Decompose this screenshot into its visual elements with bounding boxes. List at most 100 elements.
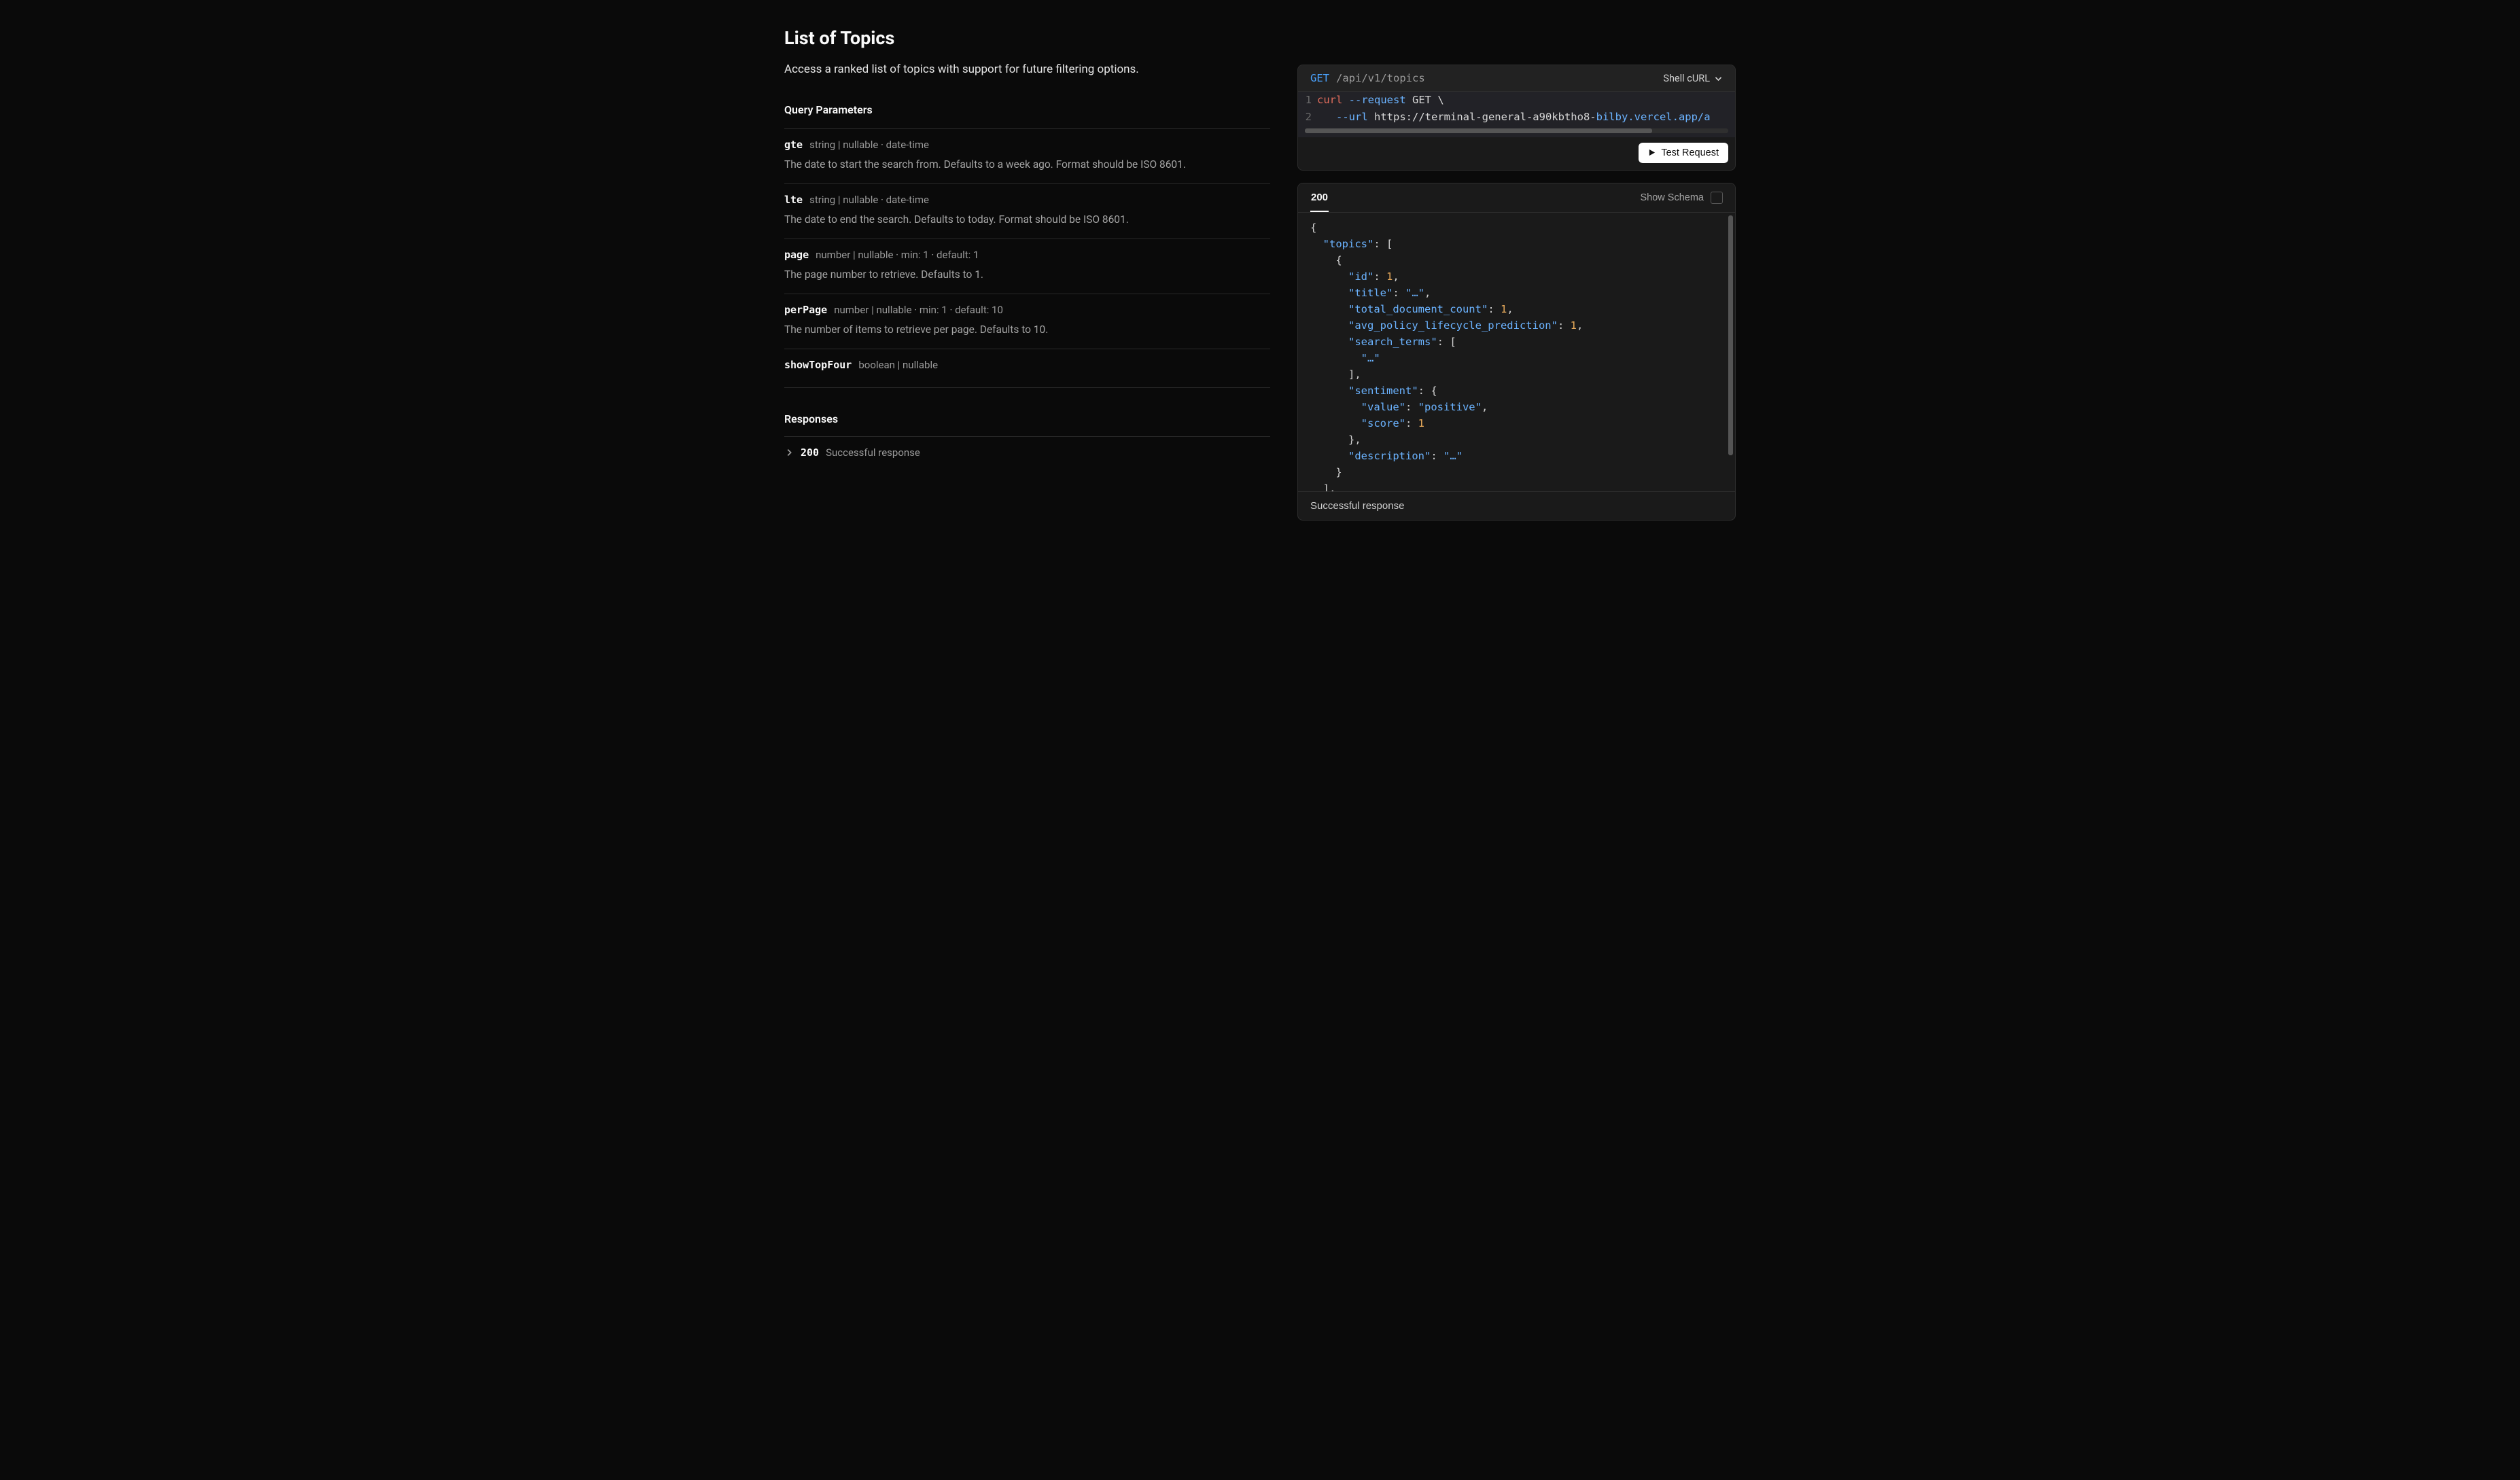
json-token: "title" (1348, 287, 1393, 299)
response-label: Successful response (826, 446, 920, 459)
json-token: , (1424, 287, 1431, 299)
param-name: perPage (784, 304, 827, 316)
param-type: string | nullable · date-time (809, 139, 929, 151)
json-token: 1 (1386, 270, 1393, 283)
endpoint-row: GET /api/v1/topics (1310, 72, 1425, 84)
page-title: List of Topics (784, 27, 1270, 49)
json-token: "value" (1361, 401, 1405, 413)
language-selector[interactable]: Shell cURL (1663, 73, 1723, 84)
language-selector-label: Shell cURL (1663, 73, 1710, 84)
json-token: , (1393, 270, 1399, 283)
parameter-gte: gte string | nullable · date-time The da… (784, 129, 1270, 184)
param-description: The date to end the search. Defaults to … (784, 211, 1270, 228)
parameter-lte: lte string | nullable · date-time The da… (784, 184, 1270, 239)
test-request-label: Test Request (1661, 147, 1719, 158)
endpoint-path: /api/v1/topics (1336, 72, 1425, 84)
show-schema-label: Show Schema (1641, 192, 1704, 203)
chevron-down-icon (1714, 74, 1723, 83)
response-panel: 200 Show Schema { "topics": [ { "id": 1,… (1297, 183, 1736, 521)
json-token: 1 (1571, 319, 1577, 332)
json-token: : (1437, 336, 1450, 348)
json-token: : (1418, 385, 1431, 397)
json-token: "avg_policy_lifecycle_prediction" (1348, 319, 1558, 332)
request-panel: GET /api/v1/topics Shell cURL 1 curl --r… (1297, 65, 1736, 171)
json-token: , (1577, 319, 1583, 332)
query-parameters-heading: Query Parameters (784, 103, 1270, 116)
play-icon (1648, 149, 1656, 156)
json-token: "description" (1348, 450, 1431, 462)
json-token: 1 (1501, 303, 1507, 315)
code-token: GET (1412, 94, 1431, 106)
horizontal-scrollbar[interactable] (1305, 128, 1728, 133)
line-number: 2 (1298, 109, 1317, 126)
json-token: [ (1386, 238, 1393, 250)
json-token: "topics" (1323, 238, 1374, 250)
json-token: "…" (1361, 352, 1380, 364)
scrollbar-thumb[interactable] (1305, 128, 1652, 133)
param-description: The date to start the search from. Defau… (784, 156, 1270, 173)
json-token: "sentiment" (1348, 385, 1418, 397)
responses-heading: Responses (784, 412, 1270, 425)
json-token: "…" (1443, 450, 1463, 462)
test-request-button[interactable]: Test Request (1639, 143, 1728, 163)
json-token: , (1354, 368, 1361, 381)
parameter-page: page number | nullable · min: 1 · defaul… (784, 239, 1270, 294)
response-tab-200[interactable]: 200 (1310, 183, 1329, 212)
code-token: bilby.vercel.app/a (1596, 111, 1711, 123)
response-status-label: Successful response (1298, 491, 1735, 520)
json-token: "search_terms" (1348, 336, 1437, 348)
response-200-row[interactable]: 200 Successful response (784, 436, 1270, 468)
json-token: : (1373, 270, 1386, 283)
code-token: --request (1349, 94, 1406, 106)
param-type: string | nullable · date-time (809, 194, 929, 206)
json-token: } (1335, 466, 1342, 478)
json-token: : (1488, 303, 1501, 315)
json-token: { (1431, 385, 1437, 397)
show-schema-toggle[interactable]: Show Schema (1641, 192, 1723, 204)
code-token: curl (1317, 94, 1342, 106)
json-token: ] (1323, 482, 1329, 491)
parameter-perpage: perPage number | nullable · min: 1 · def… (784, 294, 1270, 349)
json-token: "positive" (1418, 401, 1482, 413)
code-snippet[interactable]: 1 curl --request GET \ 2 --url https://t… (1298, 92, 1735, 137)
json-token: "…" (1405, 287, 1424, 299)
param-name: gte (784, 139, 803, 151)
line-number: 1 (1298, 92, 1317, 109)
vertical-scrollbar[interactable] (1728, 215, 1733, 489)
json-token: : (1393, 287, 1405, 299)
json-token: [ (1450, 336, 1456, 348)
http-method: GET (1310, 72, 1329, 84)
json-token: : (1558, 319, 1571, 332)
response-json-body[interactable]: { "topics": [ { "id": 1, "title": "…", "… (1298, 213, 1735, 491)
json-token: } (1348, 434, 1354, 446)
param-type: number | nullable · min: 1 · default: 1 (816, 249, 979, 261)
json-token: : (1405, 417, 1418, 429)
param-name: page (784, 249, 809, 261)
scrollbar-thumb[interactable] (1728, 215, 1733, 456)
param-name: lte (784, 194, 803, 206)
json-token: "id" (1348, 270, 1373, 283)
param-type: number | nullable · min: 1 · default: 10 (834, 304, 1003, 316)
json-token: { (1335, 254, 1342, 266)
param-description: The page number to retrieve. Defaults to… (784, 266, 1270, 283)
code-token: --url (1336, 111, 1368, 123)
code-token: https://terminal-general-a90kbtho8- (1368, 111, 1596, 123)
json-token: : (1431, 450, 1443, 462)
show-schema-checkbox[interactable] (1711, 192, 1723, 204)
json-token: ] (1348, 368, 1354, 381)
json-token: , (1507, 303, 1513, 315)
json-token: : (1373, 238, 1386, 250)
json-token: { (1310, 222, 1316, 234)
json-token: , (1329, 482, 1335, 491)
code-token (1317, 111, 1336, 123)
json-token: , (1482, 401, 1488, 413)
code-token: \ (1431, 94, 1444, 106)
parameter-list: gte string | nullable · date-time The da… (784, 128, 1270, 388)
json-token: 1 (1418, 417, 1424, 429)
json-token: "score" (1361, 417, 1405, 429)
json-token: : (1405, 401, 1418, 413)
page-description: Access a ranked list of topics with supp… (784, 63, 1270, 76)
response-code: 200 (801, 446, 819, 459)
parameter-showtopfour: showTopFour boolean | nullable (784, 349, 1270, 388)
chevron-right-icon (784, 448, 794, 457)
